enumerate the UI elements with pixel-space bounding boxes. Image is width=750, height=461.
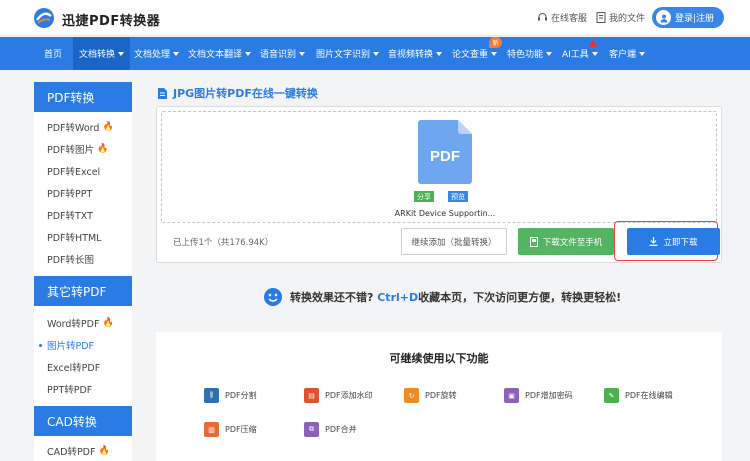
continue-add-button[interactable]: 继续添加（批量转换） (401, 228, 507, 255)
nav-item-translate[interactable]: 文档文本翻译 (188, 37, 252, 70)
chevron-down-icon (546, 51, 553, 56)
nav-item-paper-check[interactable]: 论文查重 新 (452, 37, 502, 70)
chevron-down-icon (173, 51, 180, 56)
features-title: 可继续使用以下功能 (389, 352, 489, 365)
nav-item-doc-convert[interactable]: 文档转换 (73, 37, 131, 70)
chevron-down-icon (245, 51, 252, 56)
sidebar-item-pdf-to-ppt[interactable]: PDF转PPT (34, 182, 132, 204)
file-dropzone[interactable]: PDF 分享 预览 ARKit Device Supportin... (161, 111, 717, 223)
feature-pdf-merge[interactable]: ⧉ PDF合并 (304, 422, 357, 437)
sidebar-item-pdf-to-excel[interactable]: PDF转Excel (34, 160, 132, 182)
chevron-down-icon (639, 51, 646, 56)
hot-indicator-icon (589, 39, 597, 47)
bookmark-promo: 转换效果还不错? Ctrl+D收藏本页，下次访问更方便，转换更轻松! (264, 288, 621, 306)
sidebar-item-image-to-pdf[interactable]: 图片转PDF (34, 334, 132, 356)
sidebar-item-ppt-to-pdf[interactable]: PPT转PDF (34, 378, 132, 400)
sidebar-item-excel-to-pdf[interactable]: Excel转PDF (34, 356, 132, 378)
feature-pdf-password[interactable]: ▣ PDF增加密码 (504, 388, 573, 403)
chevron-down-icon (373, 51, 380, 56)
chevron-down-icon (118, 51, 125, 56)
customer-service-label: 在线客服 (551, 14, 588, 24)
upload-status: 已上传1个（共176.94K） (173, 238, 274, 248)
my-files-link[interactable]: 我的文件 (596, 11, 645, 24)
qr-code-icon (529, 236, 538, 247)
sidebar: PDF转换 PDF转Word 🔥 PDF转图片 🔥 PDF转Excel PDF转PP… (34, 82, 132, 461)
chevron-down-icon (436, 51, 443, 56)
feature-pdf-watermark[interactable]: ▤ PDF添加水印 (304, 388, 373, 403)
nav-item-ai-tools[interactable]: AI工具 (562, 37, 598, 70)
sidebar-section-pdf-convert: PDF转换 (34, 82, 132, 112)
sidebar-section-cad: CAD转换 (34, 406, 132, 436)
feature-pdf-rotate[interactable]: ↻ PDF旋转 (404, 388, 457, 403)
login-register-label: 登录|注册 (675, 14, 715, 24)
feature-pdf-edit[interactable]: ✎ PDF在线编辑 (604, 388, 673, 403)
nav-item-ocr[interactable]: 图片文字识别 (316, 37, 380, 70)
fire-icon: 🔥 (97, 144, 109, 154)
document-icon (596, 12, 606, 23)
customer-service-link[interactable]: 在线客服 (537, 11, 587, 24)
sidebar-item-pdf-to-html[interactable]: PDF转HTML (34, 226, 132, 248)
sidebar-section-to-pdf: 其它转PDF (34, 276, 132, 306)
headset-icon (538, 13, 547, 21)
nav-item-home[interactable]: 首页 (34, 37, 72, 70)
nav-item-client[interactable]: 客户端 (609, 37, 646, 70)
feature-pdf-compress[interactable]: ▥ PDF压缩 (204, 422, 257, 437)
main-nav: 首页 文档转换 文档处理 文档文本翻译 语音识别 图片文字识别 音视频转换 论文… (0, 37, 750, 70)
fire-icon: 🔥 (102, 318, 114, 328)
fire-icon: 🔥 (102, 122, 114, 132)
smile-icon (264, 288, 282, 306)
watermark-icon: ▤ (304, 388, 319, 403)
sidebar-item-pdf-to-word[interactable]: PDF转Word 🔥 (34, 116, 132, 138)
brand-name[interactable]: 迅捷PDF转换器 (62, 10, 160, 29)
download-to-phone-button[interactable]: 下载文件至手机 (518, 228, 614, 255)
lock-icon: ▣ (504, 388, 519, 403)
svg-text:PDF: PDF (430, 148, 460, 165)
nav-item-features[interactable]: 特色功能 (507, 37, 553, 70)
download-highlight-box (614, 221, 718, 261)
chevron-down-icon (591, 51, 598, 56)
my-files-label: 我的文件 (609, 14, 646, 24)
edit-icon: ✎ (604, 388, 619, 403)
document-icon (158, 87, 167, 99)
rotate-icon: ↻ (404, 388, 419, 403)
merge-icon: ⧉ (304, 422, 319, 437)
split-icon: ⫼ (204, 388, 219, 403)
file-name: ARKit Device Supportin... (394, 209, 496, 218)
preview-button[interactable]: 预览 (448, 191, 468, 202)
page-title: JPG图片转PDF在线一键转换 (158, 85, 318, 101)
compress-icon: ▥ (204, 422, 219, 437)
share-button[interactable]: 分享 (414, 191, 434, 202)
nav-item-av-convert[interactable]: 音视频转换 (388, 37, 443, 70)
new-badge: 新 (489, 37, 502, 48)
sidebar-item-pdf-to-image[interactable]: PDF转图片 🔥 (34, 138, 132, 160)
page-title-text: JPG图片转PDF在线一键转换 (173, 87, 318, 100)
sidebar-item-pdf-to-txt[interactable]: PDF转TXT (34, 204, 132, 226)
feature-pdf-split[interactable]: ⫼ PDF分割 (204, 388, 257, 403)
brand-logo-icon[interactable] (32, 7, 56, 29)
sidebar-item-pdf-to-long-image[interactable]: PDF转长图 (34, 248, 132, 270)
top-header: 迅捷PDF转换器 在线客服 我的文件 登录|注册 (0, 0, 750, 36)
nav-item-speech[interactable]: 语音识别 (260, 37, 306, 70)
user-avatar-icon (656, 10, 671, 25)
chevron-down-icon (491, 51, 498, 56)
pdf-file-icon[interactable]: PDF (418, 120, 472, 184)
fire-icon: 🔥 (98, 446, 110, 456)
chevron-down-icon (299, 51, 306, 56)
nav-item-doc-process[interactable]: 文档处理 (134, 37, 180, 70)
more-features-panel: 可继续使用以下功能 ⫼ PDF分割 ▤ PDF添加水印 ↻ PDF旋转 ▣ PD… (156, 332, 722, 461)
sidebar-item-word-to-pdf[interactable]: Word转PDF 🔥 (34, 312, 132, 334)
login-register-button[interactable]: 登录|注册 (652, 7, 724, 28)
sidebar-item-cad-to-pdf[interactable]: CAD转PDF 🔥 (34, 440, 132, 461)
